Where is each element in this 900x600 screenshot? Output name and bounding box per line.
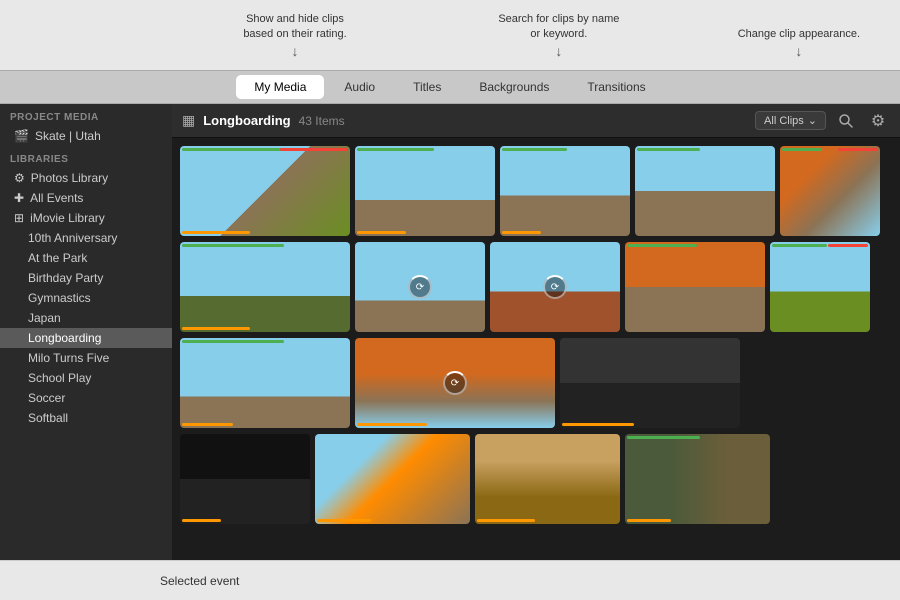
- clip-thumb[interactable]: [780, 146, 880, 236]
- clip-thumb[interactable]: [770, 242, 870, 332]
- clip-thumb[interactable]: [560, 338, 740, 428]
- sidebar-item-10th-anniversary[interactable]: 10th Anniversary: [0, 228, 172, 248]
- tab-titles[interactable]: Titles: [395, 75, 459, 99]
- photos-icon: ⚙: [14, 171, 25, 185]
- project-media-label: PROJECT MEDIA: [0, 104, 172, 126]
- content-count: 43 Items: [299, 114, 345, 128]
- tooltip-bar: Show and hide clips based on their ratin…: [0, 0, 900, 70]
- clip-thumb[interactable]: [315, 434, 470, 524]
- tab-my-media[interactable]: My Media: [236, 75, 324, 99]
- sidebar-item-project[interactable]: 🎬 Skate | Utah: [0, 126, 172, 146]
- sidebar-item-all-events[interactable]: ✚ All Events: [0, 188, 172, 208]
- loading-spinner: ⟳: [443, 371, 467, 395]
- sidebar-item-milo-turns-five[interactable]: Milo Turns Five: [0, 348, 172, 368]
- appearance-arrow: ↓: [738, 42, 860, 62]
- clips-row-1: [180, 146, 892, 236]
- clip-thumb[interactable]: [180, 146, 350, 236]
- grid-view-icon[interactable]: ▦: [182, 112, 195, 129]
- sidebar-item-imovie-library[interactable]: ⊞ iMovie Library: [0, 208, 172, 228]
- plus-icon: ✚: [14, 191, 24, 205]
- clip-thumb[interactable]: [500, 146, 630, 236]
- sidebar-item-school-play[interactable]: School Play: [0, 368, 172, 388]
- clip-thumb[interactable]: ⟳: [355, 242, 485, 332]
- clip-thumb[interactable]: [180, 338, 350, 428]
- clips-row-2: ⟳ ⟳: [180, 242, 892, 332]
- chevron-down-icon: ⌄: [808, 114, 817, 127]
- tab-transitions[interactable]: Transitions: [569, 75, 663, 99]
- appearance-tooltip: Change clip appearance. ↓: [738, 27, 860, 62]
- content-area: ▦ Longboarding 43 Items All Clips ⌄ ⚙: [172, 104, 900, 560]
- libraries-label: LIBRARIES: [0, 146, 172, 168]
- clip-thumb[interactable]: [180, 242, 350, 332]
- search-button[interactable]: [834, 109, 858, 133]
- clip-thumb[interactable]: [475, 434, 620, 524]
- rating-arrow: ↓: [230, 42, 360, 62]
- loading-spinner: ⟳: [543, 275, 567, 299]
- search-tooltip: Search for clips by name or keyword. ↓: [494, 12, 624, 62]
- selected-event-label: Selected event: [160, 574, 239, 588]
- sidebar-item-birthday-party[interactable]: Birthday Party: [0, 268, 172, 288]
- clip-thumb[interactable]: [625, 434, 770, 524]
- content-title: Longboarding: [203, 113, 290, 128]
- clips-grid: ⟳ ⟳: [172, 138, 900, 560]
- content-toolbar: ▦ Longboarding 43 Items All Clips ⌄ ⚙: [172, 104, 900, 138]
- clip-thumb[interactable]: [355, 146, 495, 236]
- tab-audio[interactable]: Audio: [326, 75, 393, 99]
- clip-thumb[interactable]: [625, 242, 765, 332]
- sidebar-item-at-the-park[interactable]: At the Park: [0, 248, 172, 268]
- tab-bar: My Media Audio Titles Backgrounds Transi…: [0, 70, 900, 104]
- clip-thumb[interactable]: [180, 434, 310, 524]
- sidebar-item-gymnastics[interactable]: Gymnastics: [0, 288, 172, 308]
- sidebar-item-softball[interactable]: Softball: [0, 408, 172, 428]
- clips-row-4: [180, 434, 892, 524]
- clip-thumb[interactable]: [635, 146, 775, 236]
- sidebar-item-japan[interactable]: Japan: [0, 308, 172, 328]
- rating-tooltip: Show and hide clips based on their ratin…: [230, 12, 360, 62]
- sidebar-item-soccer[interactable]: Soccer: [0, 388, 172, 408]
- film-icon: 🎬: [14, 129, 29, 143]
- sidebar: PROJECT MEDIA 🎬 Skate | Utah LIBRARIES ⚙…: [0, 104, 172, 560]
- sidebar-item-longboarding[interactable]: Longboarding: [0, 328, 172, 348]
- search-arrow: ↓: [494, 42, 624, 62]
- loading-spinner: ⟳: [408, 275, 432, 299]
- clips-row-3: ⟳: [180, 338, 892, 428]
- grid-icon: ⊞: [14, 211, 24, 225]
- sidebar-item-photos-library[interactable]: ⚙ Photos Library: [0, 168, 172, 188]
- main-layout: PROJECT MEDIA 🎬 Skate | Utah LIBRARIES ⚙…: [0, 104, 900, 560]
- tab-backgrounds[interactable]: Backgrounds: [461, 75, 567, 99]
- clip-thumb[interactable]: ⟳: [355, 338, 555, 428]
- filter-dropdown[interactable]: All Clips ⌄: [755, 111, 826, 130]
- settings-gear-icon[interactable]: ⚙: [866, 109, 890, 133]
- bottom-bar: Selected event: [0, 560, 900, 600]
- clip-thumb[interactable]: ⟳: [490, 242, 620, 332]
